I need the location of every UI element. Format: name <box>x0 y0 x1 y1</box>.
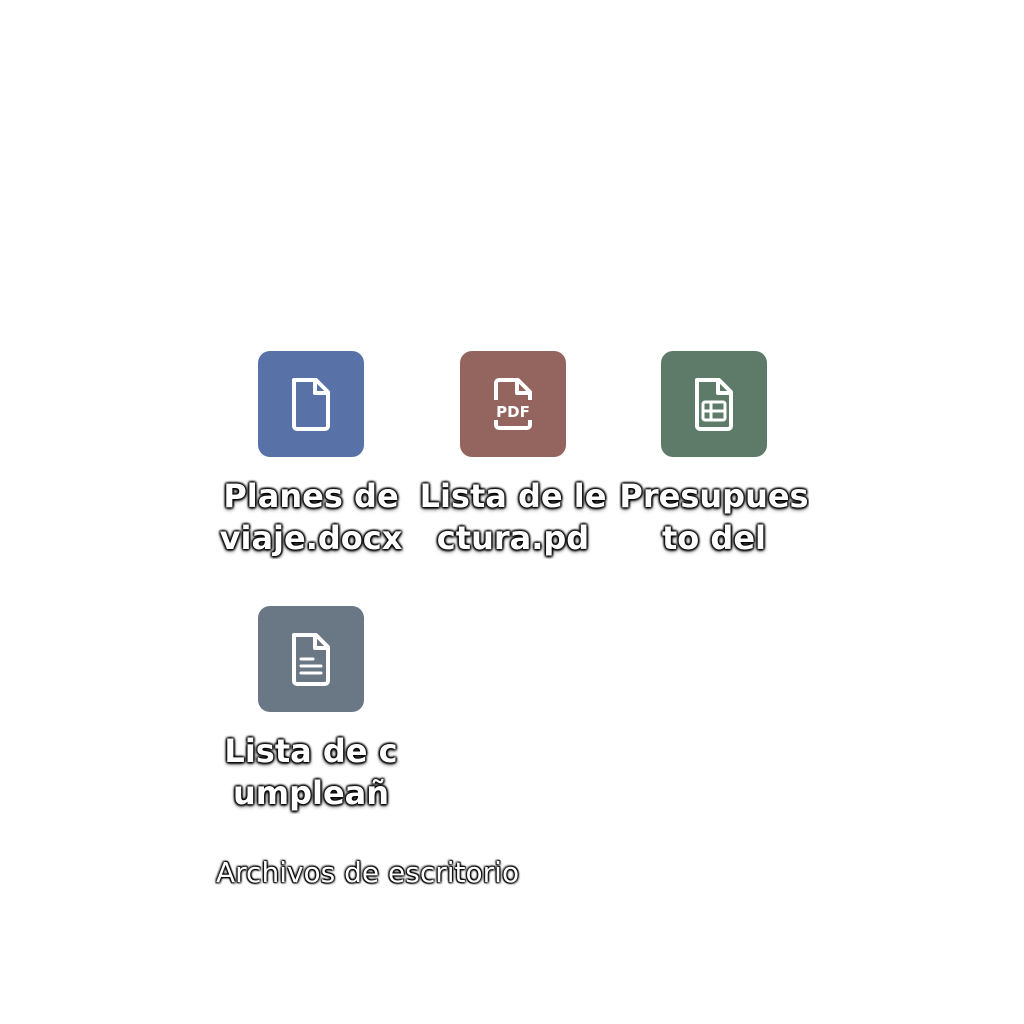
desktop-file-lista-de-cumpleanos[interactable]: Lista de cumpleañ <box>216 606 406 814</box>
desktop-file-lista-de-lectura[interactable]: PDF Lista de lectura.pd <box>418 351 608 559</box>
text-document-icon <box>292 633 330 686</box>
file-tile: PDF <box>460 351 566 457</box>
desktop-files-caption: Archivos de escritorio <box>216 856 520 889</box>
spreadsheet-icon <box>695 378 733 431</box>
desktop-file-planes-de-viaje[interactable]: Planes de viaje.docx <box>216 351 406 559</box>
file-tile <box>258 606 364 712</box>
file-label: Planes de viaje.docx <box>219 477 403 557</box>
file-label: Lista de cumpleañ <box>224 732 398 812</box>
desktop-file-presupuesto[interactable]: Presupuesto del <box>619 351 809 559</box>
file-tile <box>258 351 364 457</box>
pdf-icon: PDF <box>494 378 532 430</box>
file-label: Lista de lectura.pd <box>419 477 607 557</box>
document-icon <box>292 378 330 431</box>
file-tile <box>661 351 767 457</box>
file-label: Presupuesto del <box>619 477 809 557</box>
svg-text:PDF: PDF <box>496 403 530 421</box>
